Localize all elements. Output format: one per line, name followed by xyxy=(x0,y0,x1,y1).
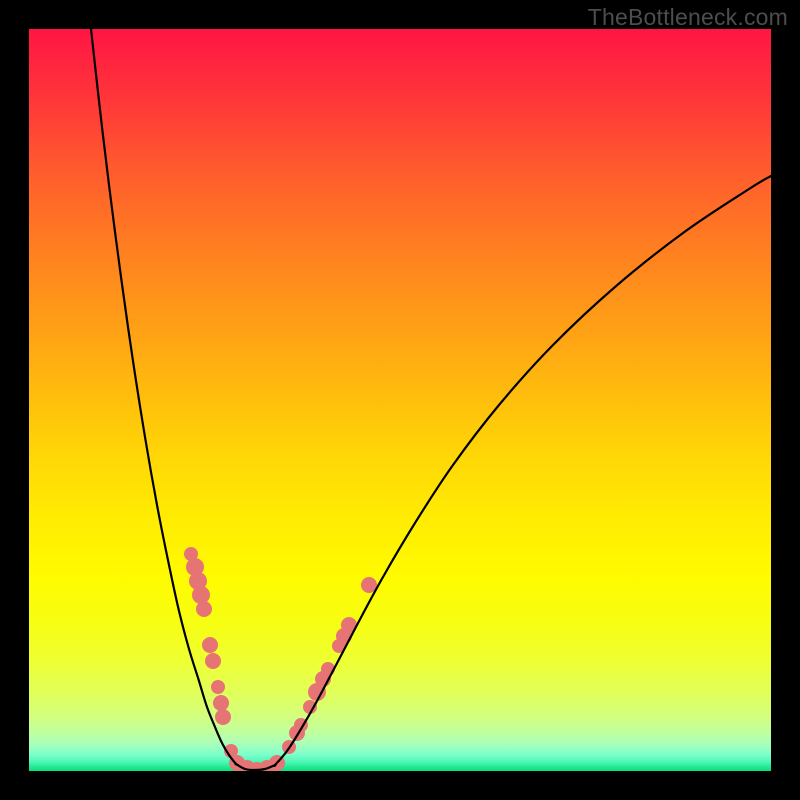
bottleneck-curve xyxy=(91,29,771,770)
data-point xyxy=(196,601,212,617)
chart-frame: TheBottleneck.com xyxy=(0,0,800,800)
data-point xyxy=(192,586,210,604)
data-point xyxy=(211,680,225,694)
curve-layer xyxy=(29,29,771,771)
data-point xyxy=(202,637,218,653)
data-point xyxy=(215,709,231,725)
plot-area xyxy=(29,29,771,771)
data-point xyxy=(205,653,221,669)
scatter-points xyxy=(184,547,377,771)
watermark-text: TheBottleneck.com xyxy=(588,4,788,31)
data-point xyxy=(213,695,229,711)
